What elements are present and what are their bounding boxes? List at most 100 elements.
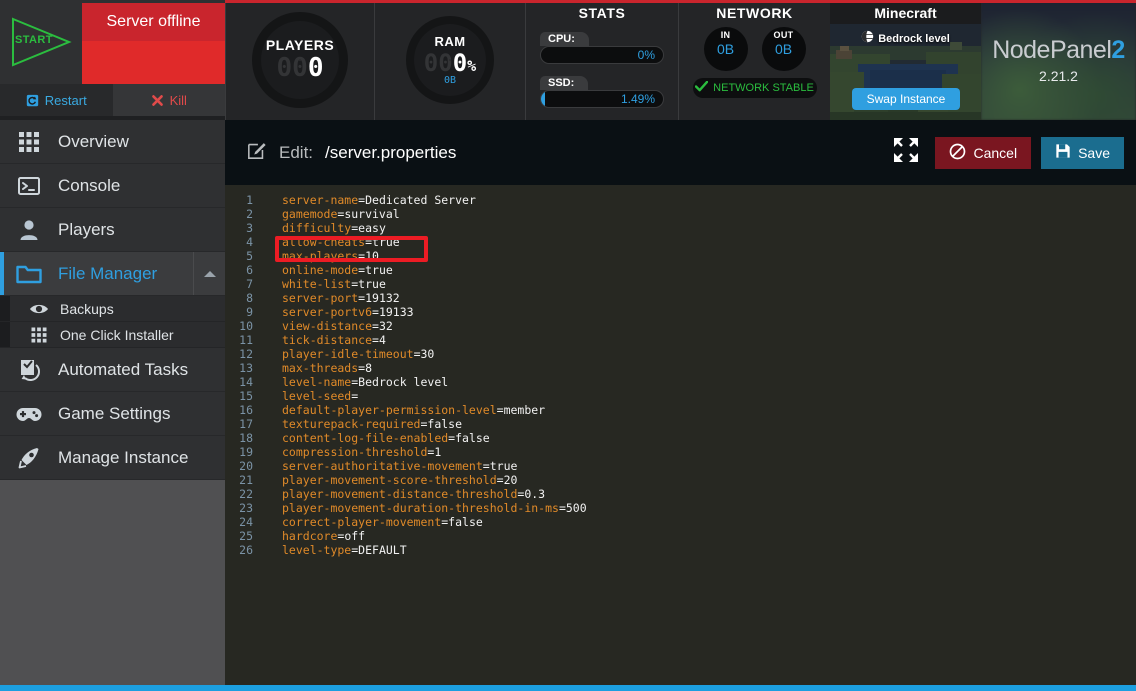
line-number: 16 bbox=[239, 403, 253, 417]
code-line: 24 correct-player-movement=false bbox=[225, 515, 1136, 529]
code-line: 14 level-name=Bedrock level bbox=[225, 375, 1136, 389]
line-content: server-portv6=19133 bbox=[282, 305, 414, 319]
sidebar-item-manage-instance[interactable]: Manage Instance bbox=[0, 436, 225, 480]
sidebar-item-players[interactable]: Players bbox=[0, 208, 225, 252]
line-content: compression-threshold=1 bbox=[282, 445, 442, 459]
line-number: 1 bbox=[246, 193, 253, 207]
line-content: player-idle-timeout=30 bbox=[282, 347, 435, 361]
line-number: 20 bbox=[239, 459, 253, 473]
line-content: texturepack-required=false bbox=[282, 417, 463, 431]
code-line: 20 server-authoritative-movement=true bbox=[225, 459, 1136, 473]
code-line: 9 server-portv6=19133 bbox=[225, 305, 1136, 319]
players-gauge-panel: PLAYERS 00 0 bbox=[225, 0, 374, 120]
code-line: 26 level-type=DEFAULT bbox=[225, 543, 1136, 557]
editor-edit-label: Edit: bbox=[279, 142, 314, 162]
save-label: Save bbox=[1078, 144, 1110, 161]
code-line: 8 server-port=19132 bbox=[225, 291, 1136, 305]
line-number: 9 bbox=[246, 305, 253, 319]
brand-name-accent: 2 bbox=[1111, 36, 1125, 64]
line-content: player-movement-duration-threshold-in-ms… bbox=[282, 501, 587, 515]
sidebar-item-label: Game Settings bbox=[58, 403, 171, 423]
folder-icon bbox=[0, 263, 58, 285]
restart-button[interactable]: Restart bbox=[0, 84, 113, 116]
sidebar-item-automated-tasks[interactable]: Automated Tasks bbox=[0, 348, 225, 392]
network-in: IN 0B bbox=[703, 27, 748, 71]
grid-icon bbox=[18, 326, 60, 344]
chevron-up-icon[interactable] bbox=[193, 252, 225, 295]
fullscreen-button[interactable] bbox=[887, 134, 925, 172]
line-content: gamemode=survival bbox=[282, 207, 400, 221]
ram-gauge-panel: RAM 00 0% 0B bbox=[374, 0, 525, 120]
cpu-value: 0% bbox=[637, 48, 655, 62]
line-content: hardcore=off bbox=[282, 529, 366, 543]
sidebar-item-file-manager[interactable]: File Manager bbox=[0, 252, 225, 296]
code-line: 17 texturepack-required=false bbox=[225, 417, 1136, 431]
ssd-label: SSD: bbox=[540, 76, 589, 90]
code-line: 4 allow-cheats=true bbox=[225, 235, 1136, 249]
sidebar-item-game-settings[interactable]: Game Settings bbox=[0, 392, 225, 436]
line-number: 12 bbox=[239, 347, 253, 361]
minecraft-level: Bedrock level bbox=[830, 30, 981, 48]
players-gauge-title: PLAYERS bbox=[265, 37, 335, 53]
kill-button[interactable]: Kill bbox=[112, 84, 225, 116]
network-in-value: 0B bbox=[716, 41, 735, 57]
server-status-text: Server offline bbox=[106, 13, 201, 30]
cancel-button[interactable]: Cancel bbox=[935, 136, 1032, 169]
user-icon bbox=[0, 218, 58, 242]
header-accent-line bbox=[225, 0, 1136, 3]
network-panel: NETWORK IN 0B OUT 0B NETWORK STABLE bbox=[678, 0, 830, 120]
save-button[interactable]: Save bbox=[1041, 136, 1124, 169]
players-gauge-value: 0 bbox=[307, 53, 324, 83]
line-content: server-port=19132 bbox=[282, 291, 400, 305]
line-number: 24 bbox=[239, 515, 253, 529]
line-number: 22 bbox=[239, 487, 253, 501]
file-editor: Edit: /server.properties Cancel Save 1 s… bbox=[225, 120, 1136, 685]
nodepanel-app: START Server offline Restart Kill PLAYER… bbox=[0, 0, 1136, 691]
server-control-block: START Server offline Restart Kill bbox=[0, 0, 225, 120]
tasks-icon bbox=[0, 358, 58, 382]
players-gauge: PLAYERS 00 0 bbox=[252, 12, 348, 108]
sidebar-nav: Overview Console Players File Manager Ba… bbox=[0, 120, 225, 685]
sidebar-item-overview[interactable]: Overview bbox=[0, 120, 225, 164]
start-button[interactable]: START bbox=[0, 0, 82, 84]
line-number: 5 bbox=[246, 249, 253, 263]
line-content: default-player-permission-level=member bbox=[282, 403, 546, 417]
line-number: 17 bbox=[239, 417, 253, 431]
eye-icon bbox=[18, 302, 60, 316]
ram-gauge-value: 0 bbox=[452, 49, 468, 77]
rocket-icon bbox=[0, 446, 58, 470]
line-content: player-movement-score-threshold=20 bbox=[282, 473, 518, 487]
terminal-icon bbox=[0, 174, 58, 198]
line-number: 21 bbox=[239, 473, 253, 487]
code-line: 1 server-name=Dedicated Server bbox=[225, 193, 1136, 207]
sidebar-item-label: Console bbox=[58, 175, 121, 195]
floppy-disk-icon bbox=[1055, 143, 1071, 162]
network-out-label: OUT bbox=[773, 30, 794, 40]
line-content: online-mode=true bbox=[282, 263, 393, 277]
restart-label: Restart bbox=[44, 92, 87, 108]
line-content: white-list=true bbox=[282, 277, 386, 291]
line-content: difficulty=easy bbox=[282, 221, 386, 235]
line-content: level-seed= bbox=[282, 389, 359, 403]
server-control-buttons: Restart Kill bbox=[0, 84, 225, 116]
sidebar-subitem-backups[interactable]: Backups bbox=[0, 296, 225, 322]
sidebar-item-label: Automated Tasks bbox=[58, 359, 189, 379]
players-gauge-placeholder: 00 bbox=[276, 53, 308, 83]
cpu-stat: CPU: 0% bbox=[540, 29, 664, 64]
sidebar-subitem-one-click-installer[interactable]: One Click Installer bbox=[0, 322, 225, 348]
code-editor-area[interactable]: 1 server-name=Dedicated Server 2 gamemode=s… bbox=[225, 185, 1136, 685]
ssd-bar: 1.49% bbox=[540, 90, 664, 108]
line-number: 4 bbox=[246, 235, 253, 249]
line-content: content-log-file-enabled=false bbox=[282, 431, 490, 445]
sidebar-item-console[interactable]: Console bbox=[0, 164, 225, 208]
line-content: level-type=DEFAULT bbox=[282, 543, 407, 557]
start-button-label: START bbox=[15, 34, 53, 46]
cancel-label: Cancel bbox=[973, 144, 1018, 161]
swap-instance-button[interactable]: Swap Instance bbox=[852, 88, 960, 110]
network-status-badge: NETWORK STABLE bbox=[692, 78, 817, 98]
line-content: correct-player-movement=false bbox=[282, 515, 483, 529]
cpu-label: CPU: bbox=[540, 32, 589, 46]
line-content: server-name=Dedicated Server bbox=[282, 193, 476, 207]
code-line: 6 online-mode=true bbox=[225, 263, 1136, 277]
ram-gauge-sub: 0B bbox=[443, 75, 457, 86]
